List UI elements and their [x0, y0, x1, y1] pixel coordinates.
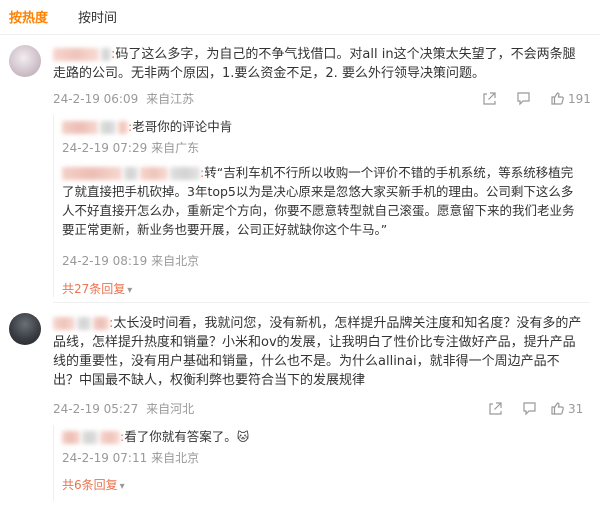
cat-emoji-icon: 🐱	[236, 430, 250, 444]
comment-date: 24-2-19 05:27	[53, 402, 139, 416]
tab-by-time[interactable]: 按时间	[78, 10, 117, 28]
like-count: 191	[568, 92, 591, 106]
reply-text: :转“吉利车机不行所以收购一个评价不错的手机系统，等系统移植完了就直接把手机砍掉…	[62, 163, 582, 239]
reply-date: 24-2-19 08:19	[62, 254, 148, 268]
sort-tabs: 按热度 按时间	[0, 0, 600, 40]
reply-meta: 24-2-19 07:11 来自北京	[62, 450, 199, 466]
share-icon[interactable]	[482, 91, 497, 106]
like-count: 31	[568, 402, 584, 416]
comment-meta: 24-2-19 06:09 来自江苏	[53, 91, 194, 107]
comment-date: 24-2-19 06:09	[53, 92, 139, 106]
comment-meta: 24-2-19 05:27 来自河北	[53, 401, 194, 417]
comment-actions: 31	[486, 401, 590, 417]
reply-meta: 24-2-19 08:19 来自北京	[62, 253, 199, 269]
username[interactable]: :	[62, 165, 204, 180]
reply-text: :看了你就有答案了。🐱	[62, 427, 582, 447]
username[interactable]: :	[53, 47, 115, 62]
comment-location: 来自江苏	[146, 92, 195, 106]
avatar[interactable]	[9, 45, 41, 77]
comment-body: 码了这么多字，为自己的不争气找借口。对all in这个决策太失望了，不会两条腿走…	[53, 47, 576, 81]
username[interactable]: :	[62, 119, 132, 134]
reply-body: 看了你就有答案了。	[124, 429, 237, 444]
share-icon[interactable]	[488, 401, 503, 416]
username[interactable]: :	[53, 316, 113, 331]
more-replies-link[interactable]: 共27条回复 ▾	[62, 281, 132, 299]
comment-body: 太长没时间看，我就问您，没有新机，怎样提升品牌关注度和知名度？没有多的产品线，怎…	[53, 316, 582, 388]
comment-divider	[53, 302, 590, 303]
comment-text: :太长没时间看，我就问您，没有新机，怎样提升品牌关注度和知名度？没有多的产品线，…	[53, 314, 583, 390]
thumbs-up-icon[interactable]	[550, 91, 565, 106]
reply-location: 来自广东	[151, 141, 200, 155]
avatar[interactable]	[9, 313, 41, 345]
reply-date: 24-2-19 07:11	[62, 451, 148, 465]
reply-body: 老哥你的评论中肯	[132, 119, 233, 134]
more-replies-link[interactable]: 共6条回复 ▾	[62, 477, 125, 495]
tab-by-hot[interactable]: 按热度	[9, 10, 48, 28]
comment-location: 来自河北	[146, 402, 195, 416]
reply-date: 24-2-19 07:29	[62, 141, 148, 155]
tabs-divider	[0, 34, 600, 35]
chevron-down-icon: ▾	[127, 285, 133, 296]
comment-text: :码了这么多字，为自己的不争气找借口。对all in这个决策太失望了，不会两条腿…	[53, 45, 583, 83]
reply-text: :老哥你的评论中肯	[62, 117, 582, 136]
comment-icon[interactable]	[516, 91, 531, 106]
chevron-down-icon: ▾	[119, 481, 125, 492]
more-replies-label: 共6条回复	[62, 478, 118, 492]
reply-location: 来自北京	[151, 451, 200, 465]
reply-meta: 24-2-19 07:29 来自广东	[62, 140, 199, 156]
reply-location: 来自北京	[151, 254, 200, 268]
comment-icon[interactable]	[522, 401, 537, 416]
more-replies-label: 共27条回复	[62, 282, 126, 296]
username[interactable]: :	[62, 429, 124, 444]
comment-actions: 191	[480, 91, 591, 107]
thumbs-up-icon[interactable]	[550, 401, 565, 416]
